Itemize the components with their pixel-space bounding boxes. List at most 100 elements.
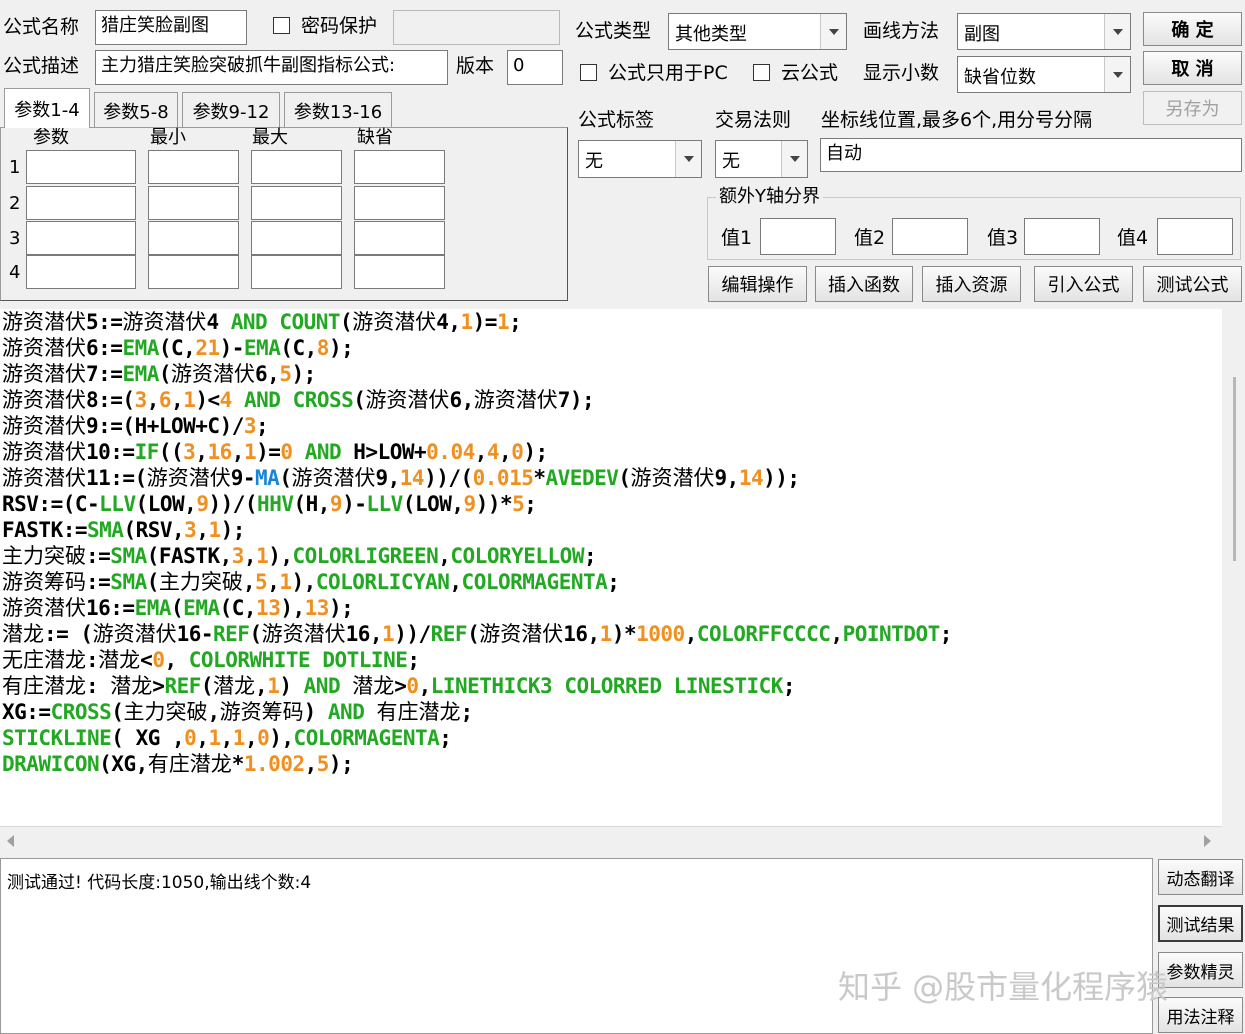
password-protect-checkbox[interactable] [273, 17, 290, 34]
param-default-input[interactable] [354, 186, 445, 220]
chevron-down-icon[interactable] [1104, 57, 1130, 92]
value1-label: 值1 [721, 227, 753, 249]
value3-label: 值3 [987, 227, 1019, 249]
scroll-left-icon[interactable] [7, 835, 14, 847]
usage-note-button[interactable]: 用法注释 [1158, 997, 1243, 1033]
formula-desc-label: 公式描述 [3, 55, 80, 77]
param-name-input[interactable] [26, 150, 136, 184]
code-line: 游资潜伏7:=EMA(游资潜伏6,5); [2, 362, 316, 386]
code-line: XG:=CROSS(主力突破,游资筹码) AND 有庄潜龙; [2, 700, 473, 724]
draw-method-select[interactable]: 副图 [957, 13, 1131, 50]
formula-name-label: 公式名称 [3, 16, 80, 38]
formula-tag-select[interactable]: 无 [578, 140, 702, 178]
code-line: 游资潜伏11:=(游资潜伏9-MA(游资潜伏9,14))/(0.015*AVED… [2, 466, 800, 490]
draw-method-label: 画线方法 [863, 20, 940, 42]
param-name-input[interactable] [26, 186, 136, 220]
code-line: 游资潜伏8:=(3,6,1)<4 AND CROSS(游资潜伏6,游资潜伏7); [2, 388, 595, 412]
axis-position-input[interactable]: 自动 [820, 138, 1242, 172]
formula-tag-value: 无 [585, 151, 603, 172]
tab-params-5-8[interactable]: 参数5-8 [94, 92, 178, 128]
dynamic-translate-button[interactable]: 动态翻译 [1158, 859, 1243, 895]
param-min-input[interactable] [148, 186, 239, 220]
value1-input[interactable] [760, 218, 836, 255]
tab-params-1-4[interactable]: 参数1-4 [4, 88, 90, 128]
ok-button[interactable]: 确 定 [1143, 12, 1242, 46]
param-min-input[interactable] [148, 150, 239, 184]
formula-type-label: 公式类型 [575, 20, 652, 42]
formula-name-input[interactable]: 猎庄笑脸副图 [95, 10, 247, 45]
param-max-input[interactable] [251, 150, 342, 184]
chevron-down-icon[interactable] [675, 141, 701, 177]
chevron-down-icon[interactable] [781, 141, 807, 177]
trade-rule-select[interactable]: 无 [715, 140, 808, 178]
formula-type-select[interactable]: 其他类型 [668, 13, 847, 50]
code-line: DRAWICON(XG,有庄潜龙*1.002,5); [2, 752, 354, 776]
pc-only-checkbox[interactable] [580, 64, 597, 81]
param-default-input[interactable] [354, 150, 445, 184]
watermark: 知乎 @股市量化程序猿 [838, 968, 1169, 1006]
save-as-button[interactable]: 另存为 [1143, 91, 1242, 125]
param-header-max: 最大 [252, 127, 288, 148]
chevron-down-icon[interactable] [1104, 14, 1130, 49]
edit-operations-button[interactable]: 编辑操作 [708, 266, 807, 302]
code-line: 游资潜伏10:=IF((3,16,1)=0 AND H>LOW+0.04,4,0… [2, 440, 548, 464]
param-name-input[interactable] [26, 255, 136, 289]
password-protect-label: 密码保护 [301, 15, 378, 37]
code-editor[interactable]: 游资潜伏5:=游资潜伏4 AND COUNT(游资潜伏4,1)=1; 游资潜伏6:… [0, 309, 1222, 826]
tab-params-13-16[interactable]: 参数13-16 [284, 92, 392, 128]
param-min-input[interactable] [148, 221, 239, 255]
formula-tag-label: 公式标签 [578, 109, 655, 131]
test-result-text: 测试通过! 代码长度:1050,输出线个数:4 [7, 873, 312, 893]
test-result-button[interactable]: 测试结果 [1158, 905, 1243, 942]
horizontal-scrollbar[interactable] [0, 826, 1222, 854]
param-max-input[interactable] [251, 186, 342, 220]
password-input [393, 10, 560, 45]
extra-y-axis-label: 额外Y轴分界 [716, 188, 823, 206]
code-line: RSV:=(C-LLV(LOW,9))/(HHV(H,9)-LLV(LOW,9)… [2, 492, 537, 516]
param-wizard-button[interactable]: 参数精灵 [1158, 952, 1243, 988]
decimal-label: 显示小数 [863, 62, 940, 84]
insert-function-button[interactable]: 插入函数 [815, 266, 913, 302]
code-line: 无庄潜龙:潜龙<0, COLORWHITE DOTLINE; [2, 648, 420, 672]
value2-input[interactable] [892, 218, 968, 255]
cloud-formula-checkbox[interactable] [753, 64, 770, 81]
param-row-number: 4 [9, 262, 21, 283]
decimal-select[interactable]: 缺省位数 [957, 56, 1131, 93]
cancel-button[interactable]: 取 消 [1143, 51, 1242, 85]
formula-type-value: 其他类型 [675, 24, 747, 45]
code-line: 潜龙:= (游资潜伏16-REF(游资潜伏16,1))/REF(游资潜伏16,1… [2, 622, 952, 646]
param-max-input[interactable] [251, 221, 342, 255]
draw-method-value: 副图 [964, 24, 1000, 45]
code-line: 游资筹码:=SMA(主力突破,5,1),COLORLICYAN,COLORMAG… [2, 570, 620, 594]
param-row-number: 2 [9, 193, 21, 214]
formula-desc-input[interactable]: 主力猎庄笑脸突破抓牛副图指标公式: [95, 50, 448, 85]
cloud-formula-label: 云公式 [781, 62, 839, 84]
pc-only-label: 公式只用于PC [608, 62, 728, 84]
insert-resource-button[interactable]: 插入资源 [922, 266, 1021, 302]
param-name-input[interactable] [26, 221, 136, 255]
code-line: 主力突破:=SMA(FASTK,3,1),COLORLIGREEN,COLORY… [2, 544, 597, 568]
chevron-down-icon[interactable] [820, 14, 846, 49]
test-formula-button[interactable]: 测试公式 [1143, 266, 1242, 302]
trade-rule-label: 交易法则 [715, 109, 792, 131]
code-line: FASTK:=SMA(RSV,3,1); [2, 518, 245, 542]
param-header-name: 参数 [33, 127, 69, 148]
param-default-input[interactable] [354, 255, 445, 289]
value4-input[interactable] [1157, 218, 1233, 255]
value4-label: 值4 [1117, 227, 1149, 249]
value3-input[interactable] [1024, 218, 1100, 255]
param-default-input[interactable] [354, 221, 445, 255]
param-max-input[interactable] [251, 255, 342, 289]
scroll-thumb[interactable] [1233, 377, 1236, 561]
param-header-default: 缺省 [357, 127, 393, 148]
code-line: 游资潜伏9:=(H+LOW+C)/3; [2, 414, 269, 438]
scroll-right-icon[interactable] [1204, 835, 1211, 847]
value2-label: 值2 [854, 227, 886, 249]
vertical-scrollbar[interactable] [1222, 309, 1245, 826]
code-line: 有庄潜龙: 潜龙>REF(潜龙,1) AND 潜龙>0,LINETHICK3 C… [2, 674, 796, 698]
param-min-input[interactable] [148, 255, 239, 289]
version-input[interactable]: 0 [507, 50, 563, 85]
param-row-number: 3 [9, 228, 21, 249]
tab-params-9-12[interactable]: 参数9-12 [182, 92, 280, 128]
import-formula-button[interactable]: 引入公式 [1034, 266, 1133, 302]
